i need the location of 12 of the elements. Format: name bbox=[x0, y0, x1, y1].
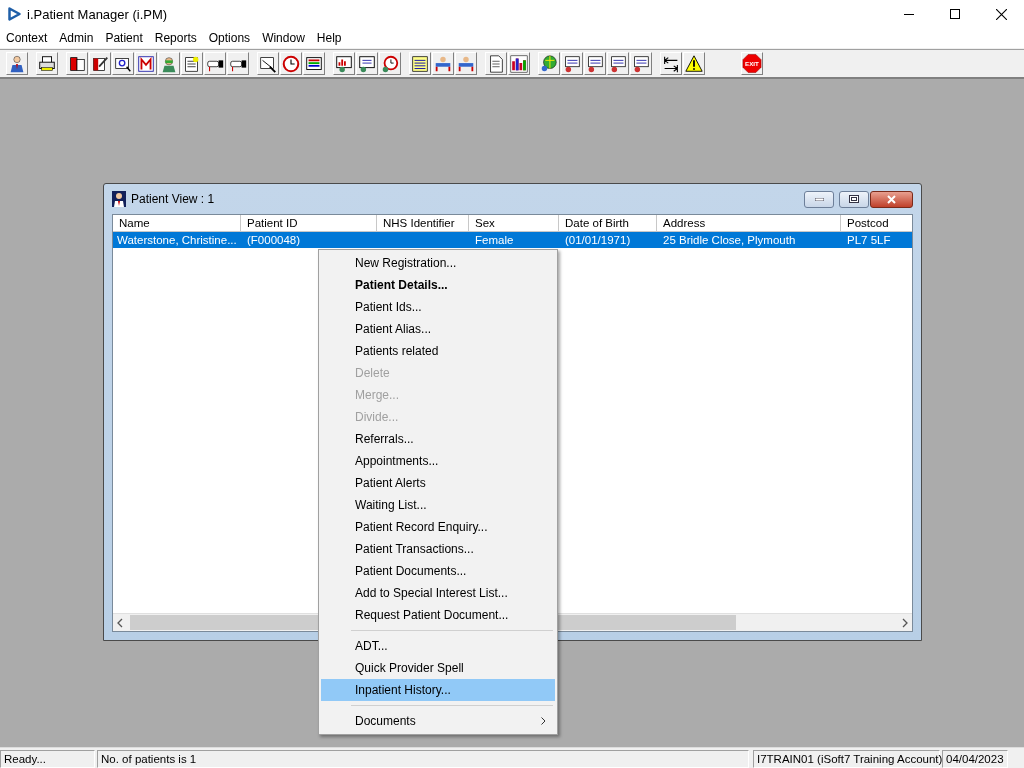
table-cell: 25 Bridle Close, Plymouth bbox=[663, 234, 796, 246]
status-text: 04/04/2023 bbox=[942, 750, 1008, 768]
table-cell: PL7 5LF bbox=[847, 234, 891, 246]
table-cell: (01/01/1971) bbox=[565, 234, 631, 246]
status-text: No. of patients is 1 bbox=[97, 750, 749, 768]
window-title: Patient View : 1 bbox=[131, 192, 216, 206]
table-cell: Female bbox=[475, 234, 514, 246]
table-cell: (F000048) bbox=[247, 234, 301, 246]
window-title: i.Patient Manager (i.PM) bbox=[27, 6, 169, 22]
status-text: Ready... bbox=[0, 750, 95, 768]
status-text: I7TRAIN01 (iSoft7 Training Account) bbox=[753, 750, 940, 768]
table-cell: Waterstone, Christine... bbox=[117, 233, 237, 247]
